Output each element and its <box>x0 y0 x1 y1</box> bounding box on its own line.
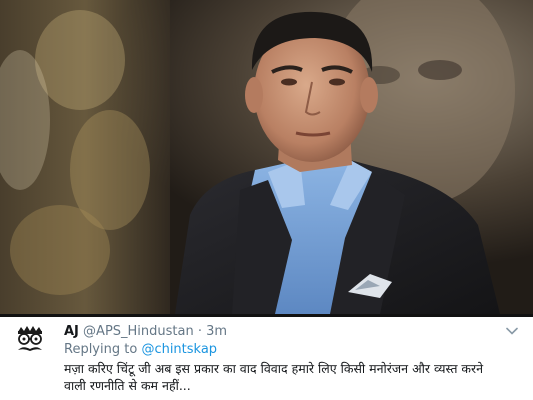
replying-to-line: Replying to @chintskap <box>64 341 217 358</box>
news-photo <box>0 0 533 314</box>
tweet-text: मज़ा करिए चिंटू जी अब इस प्रकार का वाद व… <box>64 361 484 393</box>
user-display-name[interactable]: AJ <box>64 324 79 339</box>
chevron-down-icon[interactable] <box>505 323 519 337</box>
replying-to-label: Replying to <box>64 342 138 357</box>
tweet-header: AJ @APS_Hindustan · 3m <box>64 323 503 340</box>
man-in-suit-photo <box>0 0 533 314</box>
tweet-card[interactable]: AJ @APS_Hindustan · 3m Replying to @chin… <box>0 317 533 400</box>
reply-handle-link[interactable]: @chintskap <box>141 342 217 357</box>
user-handle[interactable]: @APS_Hindustan <box>83 324 194 339</box>
mustache-glasses-avatar-icon[interactable] <box>12 324 48 360</box>
tweet-timestamp[interactable]: 3m <box>206 324 227 339</box>
screenshot-frame: AJ @APS_Hindustan · 3m Replying to @chin… <box>0 0 533 400</box>
separator-dot: · <box>197 324 203 339</box>
